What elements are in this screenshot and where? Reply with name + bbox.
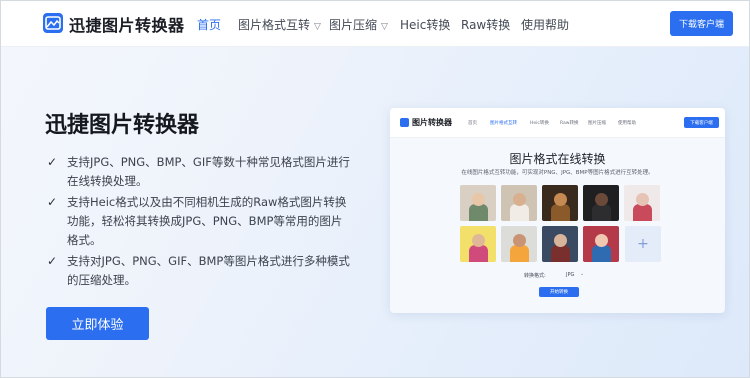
preview-thumbnail bbox=[501, 185, 537, 221]
preview-nav-item: Heic转换 bbox=[530, 121, 549, 126]
download-client-button[interactable]: 下载客户端 bbox=[670, 11, 733, 36]
preview-download-button: 下载客户端 bbox=[684, 117, 719, 128]
preview-thumbnail bbox=[583, 185, 619, 221]
feature-list: ✓ 支持JPG、PNG、BMP、GIF等数十种常见格式图片进行在线转换处理。 ✓… bbox=[47, 153, 352, 292]
nav-compress[interactable]: 图片压缩 ▽ bbox=[329, 16, 388, 33]
thumbnail-figure-head bbox=[636, 193, 649, 206]
preview-title: 图片格式在线转换 bbox=[509, 152, 606, 166]
preview-logo-text: 图片转换器 bbox=[412, 118, 452, 127]
check-icon: ✓ bbox=[47, 195, 58, 209]
try-now-button[interactable]: 立即体验 bbox=[46, 307, 149, 340]
thumbnail-figure-head bbox=[554, 234, 567, 247]
thumbnail-figure-body bbox=[510, 245, 529, 262]
logo-text[interactable]: 迅捷图片转换器 bbox=[69, 12, 185, 36]
thumbnail-figure-head bbox=[472, 193, 485, 206]
preview-logo-icon bbox=[400, 118, 409, 127]
feature-item: ✓ 支持JPG、PNG、BMP、GIF等数十种常见格式图片进行在线转换处理。 bbox=[47, 155, 350, 188]
preview-nav-item: 图片格式互转 bbox=[490, 121, 517, 126]
preview-subtitle: 在线图片格式互转功能，可实现对PNG、JPG、BMP等图片格式进行互转处理。 bbox=[461, 170, 654, 176]
app-preview-image: 图片转换器 首页 图片格式互转 Heic转换 Raw转换 图片压缩 使用帮助 下… bbox=[390, 108, 725, 313]
thumbnail-figure-head bbox=[513, 234, 526, 247]
preview-thumbnail bbox=[460, 185, 496, 221]
thumbnail-figure-body bbox=[551, 245, 570, 262]
logo-icon bbox=[43, 13, 63, 33]
feature-item: ✓ 支持对JPG、PNG、GIF、BMP等图片格式进行多种模式的压缩处理。 bbox=[47, 254, 350, 287]
nav-home[interactable]: 首页 bbox=[197, 16, 221, 33]
check-icon: ✓ bbox=[47, 254, 58, 268]
preview-thumbnail bbox=[542, 185, 578, 221]
hero-title: 迅捷图片转换器 bbox=[45, 113, 200, 138]
nav-format-convert[interactable]: 图片格式互转 ▽ bbox=[238, 16, 321, 33]
feature-item: ✓ 支持Heic格式以及由不同相机生成的Raw格式图片转换功能，轻松将其转换成J… bbox=[47, 195, 347, 247]
nav-raw[interactable]: Raw转换 bbox=[461, 16, 510, 33]
preview-start-button: 开始转换 bbox=[539, 287, 579, 297]
preview-nav-item: 首页 bbox=[468, 121, 477, 126]
thumbnail-figure-body bbox=[592, 204, 611, 221]
thumbnail-figure-body bbox=[551, 204, 570, 221]
thumbnail-figure-head bbox=[472, 234, 485, 247]
preview-format-label: 转换格式: bbox=[524, 273, 546, 279]
preview-thumbnail bbox=[624, 185, 660, 221]
nav-heic[interactable]: Heic转换 bbox=[400, 16, 450, 33]
nav-help[interactable]: 使用帮助 bbox=[521, 16, 569, 33]
thumbnail-figure-body bbox=[633, 204, 652, 221]
preview-format-value: JPG bbox=[566, 272, 575, 278]
preview-header: 图片转换器 首页 图片格式互转 Heic转换 Raw转换 图片压缩 使用帮助 下… bbox=[390, 108, 725, 138]
top-header: 迅捷图片转换器 首页 图片格式互转 ▽ 图片压缩 ▽ Heic转换 Raw转换 使用… bbox=[1, 1, 749, 47]
preview-nav-item: Raw转换 bbox=[560, 121, 579, 126]
chevron-down-icon: ▽ bbox=[314, 22, 321, 32]
preview-thumbnail bbox=[583, 226, 619, 262]
chevron-down-icon: ⌄ bbox=[580, 271, 585, 277]
thumbnail-figure-body bbox=[592, 245, 611, 262]
thumbnail-figure-head bbox=[595, 234, 608, 247]
thumbnail-figure-body bbox=[469, 245, 488, 262]
thumbnail-figure-head bbox=[554, 193, 567, 206]
thumbnail-figure-body bbox=[510, 204, 529, 221]
preview-nav-item: 使用帮助 bbox=[618, 121, 636, 126]
preview-thumbnail bbox=[542, 226, 578, 262]
thumbnail-figure-head bbox=[595, 193, 608, 206]
add-image-icon: + bbox=[625, 226, 661, 262]
preview-nav-item: 图片压缩 bbox=[588, 121, 606, 126]
preview-thumbnail bbox=[501, 226, 537, 262]
preview-thumbnail bbox=[460, 226, 496, 262]
thumbnail-figure-body bbox=[469, 204, 488, 221]
chevron-down-icon: ▽ bbox=[381, 22, 388, 32]
thumbnail-figure-head bbox=[513, 193, 526, 206]
check-icon: ✓ bbox=[47, 155, 58, 169]
